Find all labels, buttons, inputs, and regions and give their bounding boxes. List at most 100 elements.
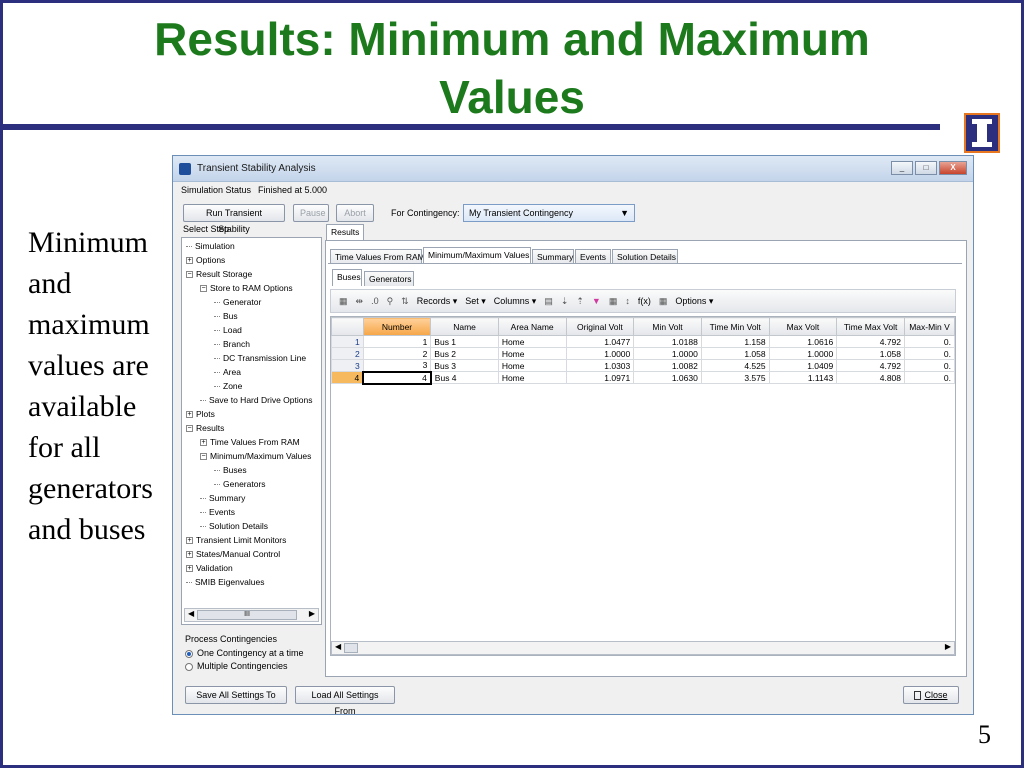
scroll-right-icon[interactable]: ▶ [309,609,315,618]
find-icon[interactable]: ⚲ [387,296,394,307]
grid-horizontal-scrollbar[interactable]: ◀ ▶ [331,641,955,655]
expand-icon[interactable]: + [186,257,193,265]
save-all-settings-button[interactable]: Save All Settings To [185,686,287,704]
table-cell[interactable]: 1.0616 [768,335,838,348]
sort-ascending-dedicated-icon[interactable]: ↕ [625,296,630,306]
table-cell[interactable]: 1.158 [700,335,770,348]
collapse-icon[interactable]: − [200,453,207,461]
table-cell[interactable]: 1.0000 [633,347,702,360]
table-cell[interactable]: 4.808 [836,371,906,384]
expand-icon[interactable]: + [200,439,207,447]
tree-item[interactable]: Solution Details [200,520,268,532]
table-cell[interactable]: 1.0188 [633,335,702,348]
sub-tab-0[interactable]: Buses [332,269,362,286]
column-header[interactable]: Original Volt [565,317,635,336]
table-cell[interactable]: 2 [362,347,432,360]
table-cell[interactable]: 4.792 [836,335,906,348]
tree-item[interactable]: − Result Storage [186,268,252,280]
table-cell[interactable]: 0. [904,371,955,384]
tab-result-0[interactable]: Time Values From RAM [330,249,425,264]
minimize-button[interactable]: _ [891,161,913,175]
table-cell[interactable]: 4.792 [836,359,906,372]
tree-item[interactable]: − Minimum/Maximum Values [200,450,311,462]
tree-item[interactable]: + States/Manual Control [186,548,280,560]
table-row[interactable]: 3 3 Bus 3 Home 1.0303 1.0082 4.525 1.0409 4.792 0… [331,359,955,372]
radio-multiple-contingencies[interactable]: Multiple Contingencies [185,661,288,671]
tab-result-1[interactable]: Minimum/Maximum Values [423,247,531,264]
table-cell[interactable]: Home [497,347,567,360]
tree-item[interactable]: Bus [214,310,238,322]
column-header[interactable]: Time Min Volt [700,317,770,336]
expand-icon[interactable]: + [186,537,193,545]
row-header[interactable]: 4 [331,371,364,384]
table-cell[interactable]: 1.058 [700,347,770,360]
tab-result-4[interactable]: Solution Details [612,249,678,264]
row-header[interactable]: 2 [331,347,364,360]
tree-item[interactable]: + Transient Limit Monitors [186,534,286,546]
tree-item[interactable]: − Results [186,422,224,434]
sort-icon[interactable]: ⇅ [401,296,409,307]
sort-descending-icon[interactable]: ⇡ [576,296,584,307]
function-button[interactable]: f(x) [638,296,651,306]
table-cell[interactable]: 1.0409 [768,359,838,372]
row-header[interactable]: 3 [331,359,364,372]
tab-result-2[interactable]: Summary [532,249,574,264]
options-menu[interactable]: Options ▾ [675,296,713,307]
table-cell[interactable]: 1.0082 [633,359,702,372]
tab-results[interactable]: Results [326,224,365,241]
column-header[interactable]: Area Name [497,317,567,336]
row-header[interactable]: 1 [331,335,364,348]
table-row[interactable]: 4 4 Bus 4 Home 1.0971 1.0630 3.575 1.1143 4.808 0… [331,370,955,385]
expand-icon[interactable]: + [186,565,193,573]
table-format-icon[interactable]: ▦ [609,296,618,307]
column-width-icon[interactable]: ⇹ [356,296,364,307]
table-row[interactable]: 2 2 Bus 2 Home 1.0000 1.0000 1.058 1.0000 1.058 0… [331,347,955,360]
tree-item[interactable]: Buses [214,464,247,476]
tree-scroll-thumb[interactable]: III [197,610,297,620]
tree-item[interactable]: Summary [200,492,245,504]
window-close-button[interactable]: X [939,161,967,175]
table-cell[interactable]: 1.058 [836,347,906,360]
table-cell[interactable]: 4 [362,370,432,385]
expand-icon[interactable]: + [186,411,193,419]
tree-item[interactable]: Zone [214,380,242,392]
tree-item[interactable]: Save to Hard Drive Options [200,394,312,406]
table-cell[interactable]: 4.525 [700,359,770,372]
tree-item[interactable]: + Plots [186,408,215,420]
column-header[interactable]: Max-Min V [904,317,955,336]
tree-horizontal-scrollbar[interactable]: ◀ III ▶ [184,608,319,622]
set-menu[interactable]: Set ▾ [465,296,486,307]
table-cell[interactable]: Home [497,335,567,348]
tree-item[interactable]: Generator [214,296,261,308]
run-transient-stability-button[interactable]: Run Transient Stability [183,204,285,234]
table-cell[interactable]: Home [497,371,567,384]
expand-icon[interactable]: + [186,551,193,559]
column-header[interactable]: Name [430,317,499,336]
tree-item[interactable]: Simulation [186,240,235,252]
table-cell[interactable]: 3.575 [700,371,770,384]
tree-item[interactable]: Generators [214,478,266,490]
table-cell[interactable]: 0. [904,347,955,360]
load-all-settings-button[interactable]: Load All Settings From [295,686,395,716]
scroll-right-icon[interactable]: ▶ [945,642,951,651]
abort-button[interactable]: Abort [336,204,374,222]
close-button[interactable]: Close [903,686,959,704]
radio-one-contingency[interactable]: One Contingency at a time [185,648,304,658]
tree-item[interactable]: + Options [186,254,225,266]
table-cell[interactable]: 1.0630 [633,371,702,384]
pause-button[interactable]: Pause [293,204,329,222]
tab-result-3[interactable]: Events [575,249,611,264]
table-cell[interactable]: 1.0303 [565,359,635,372]
table-cell[interactable]: 1.0000 [768,347,838,360]
export-icon[interactable]: ▤ [544,296,553,307]
table-cell[interactable]: Bus 3 [430,359,499,372]
table-cell[interactable]: Bus 1 [430,335,499,348]
collapse-icon[interactable]: − [200,285,207,293]
table-cell[interactable]: 0. [904,335,955,348]
tree-item[interactable]: DC Transmission Line [214,352,306,364]
tree-item[interactable]: + Validation [186,562,233,574]
table-cell[interactable]: 1.0000 [565,347,635,360]
column-header[interactable]: Max Volt [768,317,838,336]
tree-item[interactable]: Events [200,506,235,518]
grid-view-icon[interactable]: ▦ [339,296,348,307]
